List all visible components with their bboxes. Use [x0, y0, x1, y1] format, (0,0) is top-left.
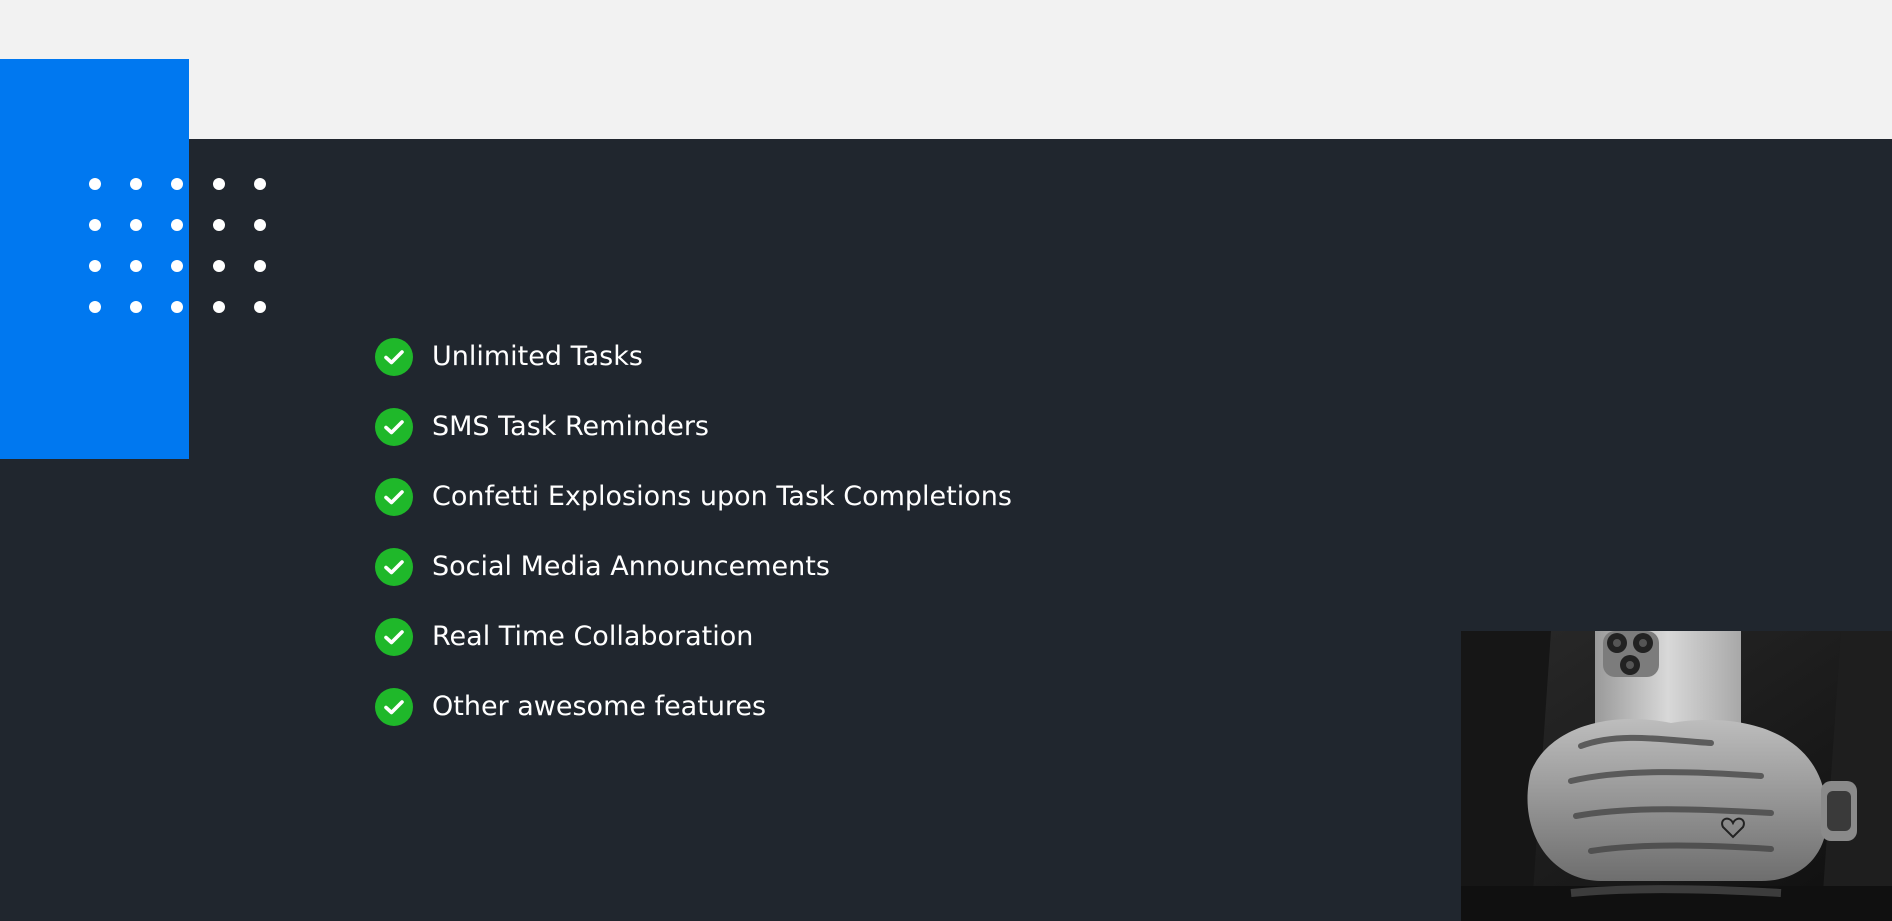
decorative-dot	[89, 301, 101, 313]
feature-item: SMS Task Reminders	[375, 408, 1012, 446]
check-circle-icon	[375, 688, 413, 726]
feature-item: Unlimited Tasks	[375, 338, 1012, 376]
decorative-dot	[89, 260, 101, 272]
check-circle-icon	[375, 408, 413, 446]
decorative-dot	[171, 178, 184, 190]
decorative-dot	[130, 219, 143, 231]
feature-label: Unlimited Tasks	[432, 341, 643, 372]
check-circle-icon	[375, 478, 413, 516]
decorative-dot	[171, 301, 184, 313]
decorative-dot	[130, 178, 143, 190]
feature-label: Other awesome features	[432, 691, 767, 722]
decorative-dot	[171, 219, 184, 231]
decorative-dot	[253, 260, 266, 272]
feature-label: Real Time Collaboration	[432, 621, 754, 652]
decorative-dot	[212, 178, 225, 190]
decorative-dot	[212, 219, 225, 231]
decorative-dot	[253, 301, 266, 313]
check-circle-icon	[375, 338, 413, 376]
feature-item: Confetti Explosions upon Task Completion…	[375, 478, 1012, 516]
decorative-dot	[212, 260, 225, 272]
feature-list: Unlimited Tasks SMS Task Reminders Confe…	[375, 338, 1012, 758]
decorative-dot	[130, 301, 143, 313]
hands-holding-phone-photo	[1461, 631, 1892, 921]
decorative-dot	[253, 178, 266, 190]
decorative-dot	[253, 219, 266, 231]
feature-item: Social Media Announcements	[375, 548, 1012, 586]
decorative-dot	[89, 219, 101, 231]
check-circle-icon	[375, 618, 413, 656]
feature-item: Real Time Collaboration	[375, 618, 1012, 656]
feature-item: Other awesome features	[375, 688, 1012, 726]
decorative-dot	[130, 260, 143, 272]
feature-label: Confetti Explosions upon Task Completion…	[432, 481, 1012, 512]
decorative-dot	[212, 301, 225, 313]
feature-label: Social Media Announcements	[432, 551, 830, 582]
check-circle-icon	[375, 548, 413, 586]
decorative-dot	[89, 178, 101, 190]
decorative-dot	[171, 260, 184, 272]
feature-label: SMS Task Reminders	[432, 411, 710, 442]
dot-grid-decoration	[89, 178, 269, 328]
